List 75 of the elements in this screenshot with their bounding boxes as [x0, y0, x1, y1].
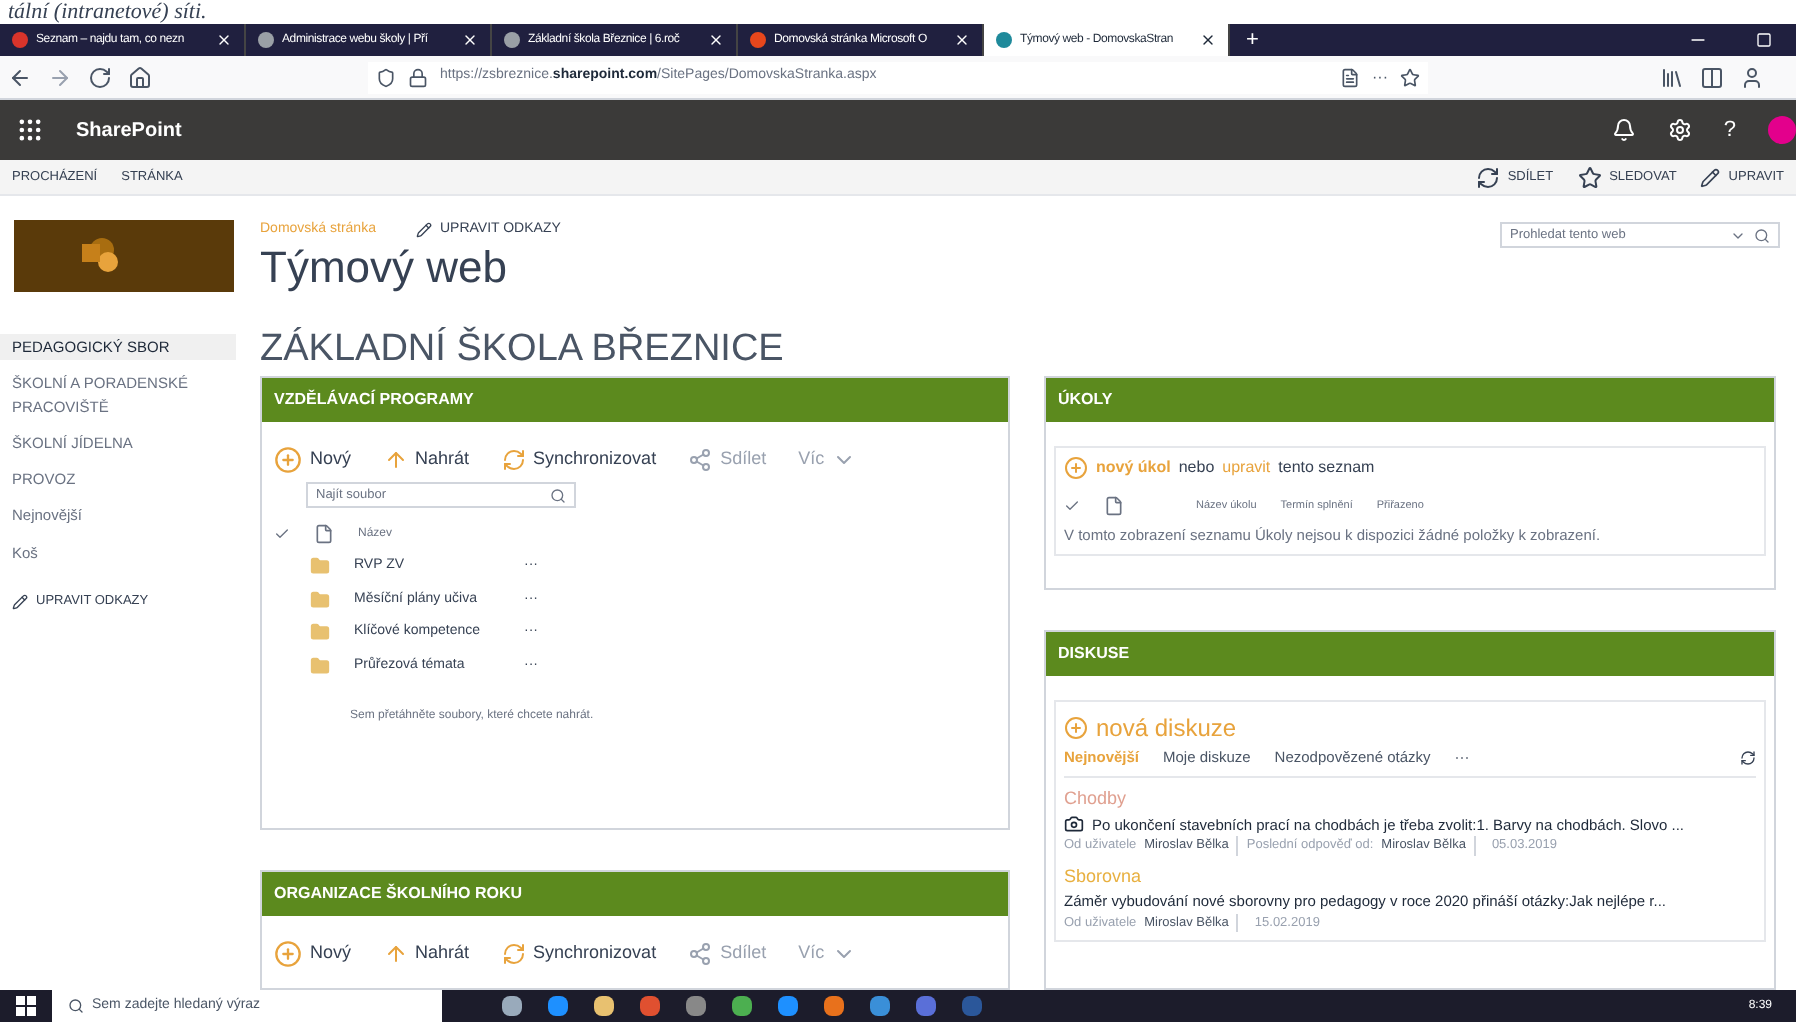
taskbar-app-icon[interactable]: [686, 996, 706, 1016]
check-icon: [1064, 498, 1080, 514]
back-icon[interactable]: [8, 65, 32, 89]
text: nebo: [1178, 456, 1215, 480]
folder-icon: [310, 622, 330, 643]
panel-header: ÚKOLY: [1046, 378, 1774, 422]
settings-icon[interactable]: [1667, 118, 1692, 142]
library-icon[interactable]: [1660, 65, 1684, 89]
close-icon: [1200, 32, 1216, 48]
reload-icon[interactable]: [88, 65, 112, 89]
taskbar-app-icon[interactable]: [824, 996, 844, 1016]
sync-icon: [501, 448, 526, 472]
panel-header: ORGANIZACE ŠKOLNÍHO ROKU: [262, 872, 1008, 916]
new-tab-button[interactable]: +: [1230, 24, 1275, 56]
lock-icon: [408, 67, 428, 87]
search-icon: [550, 487, 566, 503]
account-icon[interactable]: [1740, 65, 1764, 89]
app-launcher-icon[interactable]: [16, 116, 44, 144]
toolbar-sync-button[interactable]: Synchronizovat: [501, 940, 657, 968]
notifications-icon[interactable]: [1611, 118, 1636, 142]
camera-icon: [1064, 814, 1084, 835]
sync-icon: [501, 942, 526, 966]
folder-icon: [310, 655, 330, 676]
start-icon[interactable]: [16, 996, 36, 1016]
maximize-icon[interactable]: [1756, 32, 1772, 48]
close-icon: [216, 32, 232, 48]
reader-icon: [1340, 67, 1360, 87]
search-icon: [68, 998, 84, 1014]
help-button[interactable]: ?: [1723, 113, 1736, 147]
toolbar-sync-button[interactable]: Synchronizovat: [501, 446, 657, 474]
sidebar-icon[interactable]: [1700, 65, 1724, 89]
app-name[interactable]: SharePoint: [76, 115, 182, 145]
plus-circle-icon: [274, 446, 302, 474]
pencil-icon: [12, 593, 28, 610]
taskbar-app-icon[interactable]: [502, 996, 522, 1016]
text: tento seznam: [1278, 456, 1375, 480]
upload-arrow-icon: [383, 448, 408, 472]
toolbar-new-button[interactable]: Nový: [274, 446, 352, 474]
search-icon: [1754, 227, 1770, 243]
close-icon: [954, 32, 970, 48]
close-icon: [462, 32, 478, 48]
taskbar-app-icon[interactable]: [778, 996, 798, 1016]
sharepoint-logo-icon: [78, 236, 122, 276]
folder-icon: [310, 589, 330, 610]
toolbar-new-button[interactable]: Nový: [274, 940, 352, 968]
plus-circle-icon: [1064, 716, 1088, 740]
refresh-icon[interactable]: [1740, 749, 1756, 766]
plus-circle-icon: [274, 940, 302, 968]
taskbar-app-icon[interactable]: [594, 996, 614, 1016]
taskbar-app-icon[interactable]: [640, 996, 660, 1016]
taskbar-app-icon[interactable]: [870, 996, 890, 1016]
plus-circle-icon: [1064, 456, 1088, 480]
task-list-icon: [1104, 496, 1124, 516]
pencil-icon: [415, 222, 432, 239]
taskbar-app-icon[interactable]: [732, 996, 752, 1016]
avatar: [1768, 116, 1796, 144]
check-icon: [274, 526, 290, 542]
pencil-icon: [1700, 167, 1721, 187]
star-icon: [1577, 165, 1602, 189]
panel-header: DISKUSE: [1046, 632, 1774, 676]
taskbar-app-icon[interactable]: [548, 996, 568, 1016]
file-icon: [314, 524, 334, 544]
page-actions-button[interactable]: ···: [1372, 65, 1388, 89]
folder-icon: [310, 556, 330, 577]
toolbar-upload-button[interactable]: Nahrát: [383, 940, 470, 968]
document-text: tální (intranetové) síti.: [8, 0, 207, 24]
panel-header: VZDĚLÁVACÍ PROGRAMY: [262, 378, 1008, 422]
bookmark-star-icon[interactable]: [1400, 67, 1420, 87]
page-heading: ZÁKLADNÍ ŠKOLA BŘEZNICE: [260, 326, 786, 374]
toolbar-upload-button[interactable]: Nahrát: [383, 446, 470, 474]
home-icon[interactable]: [128, 65, 152, 89]
upload-arrow-icon: [383, 942, 408, 966]
site-title: Týmový web: [260, 241, 509, 293]
shield-icon: [376, 67, 396, 87]
close-icon: [708, 32, 724, 48]
